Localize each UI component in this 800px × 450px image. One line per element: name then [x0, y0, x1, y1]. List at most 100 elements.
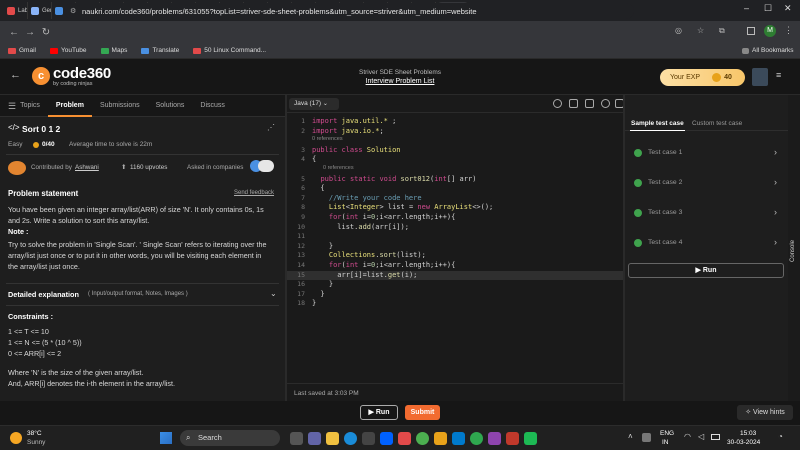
site-info-icon[interactable]: ⚙: [70, 7, 76, 15]
send-feedback-link[interactable]: Send feedback: [234, 188, 274, 199]
run-tests-button[interactable]: ▶ Run: [628, 263, 784, 278]
all-bookmarks[interactable]: All Bookmarks: [742, 47, 794, 54]
all-bookmarks-label: All Bookmarks: [752, 47, 794, 54]
volume-icon[interactable]: ◁: [698, 432, 704, 441]
browser-tab[interactable]: Ger: [28, 2, 52, 19]
chrome-icon[interactable]: [416, 432, 429, 445]
notification-icon[interactable]: ◔: [778, 432, 783, 441]
detailed-explanation-toggle[interactable]: Detailed explanation ( Input/output form…: [6, 287, 279, 301]
tab-problem[interactable]: Problem: [47, 95, 92, 117]
back-icon[interactable]: ←: [6, 27, 22, 38]
code360-logo-icon[interactable]: c: [32, 67, 50, 85]
bookmark-item[interactable]: 50 Linux Command...: [193, 47, 266, 54]
check-circle-icon: [634, 209, 642, 217]
code-editor[interactable]: Java (17) ⌄ 1 import java.util.* ; 2 impor…: [287, 95, 624, 401]
browser-tab[interactable]: Lab: [4, 2, 28, 19]
battery-icon[interactable]: [711, 434, 720, 440]
dropbox-icon[interactable]: [380, 432, 393, 445]
app-icon[interactable]: [524, 432, 537, 445]
test-case-item[interactable]: Test case 2 ›: [628, 170, 785, 196]
teams-icon[interactable]: [308, 432, 321, 445]
windows-start-icon[interactable]: [160, 432, 172, 444]
share-icon[interactable]: ⋰: [267, 123, 275, 132]
visual-studio-icon[interactable]: [488, 432, 501, 445]
sidepanel-icon[interactable]: [747, 27, 755, 35]
submit-button[interactable]: Submit: [405, 405, 440, 420]
bookmark-favicon-icon: [193, 47, 202, 54]
wifi-icon[interactable]: ◠: [684, 432, 691, 441]
whatsapp-icon[interactable]: [470, 432, 483, 445]
edge-icon[interactable]: [344, 432, 357, 445]
sun-icon[interactable]: [10, 432, 22, 444]
tray-icon[interactable]: [642, 433, 651, 442]
maximize-icon[interactable]: ☐: [764, 3, 772, 14]
tab-submissions[interactable]: Submissions: [92, 95, 148, 117]
close-window-icon[interactable]: ✕: [784, 3, 792, 14]
vscode-icon[interactable]: [452, 432, 465, 445]
tab-custom-test-case[interactable]: Custom test case: [692, 120, 742, 127]
code-lens[interactable]: 0 references: [312, 136, 343, 142]
author-link[interactable]: Ashwani: [75, 162, 99, 173]
upvote-icon[interactable]: ⬆: [121, 162, 126, 173]
format-icon[interactable]: [585, 99, 594, 108]
tab-sample-test-case[interactable]: Sample test case: [631, 120, 684, 127]
url-input[interactable]: ⚙ naukri.com/code360/problems/631055?top…: [64, 3, 634, 19]
back-arrow-icon[interactable]: ←: [10, 69, 21, 81]
logo-text[interactable]: code360: [53, 65, 111, 82]
problem-content: </> Sort 0 1 2 ⋰ Easy 0/40 Average time …: [0, 117, 285, 401]
bookmark-item[interactable]: Gmail: [8, 47, 36, 54]
view-hints-button[interactable]: ✧ View hints: [737, 405, 793, 420]
chevron-up-icon[interactable]: ˄: [628, 432, 633, 441]
sheet-link[interactable]: Interview Problem List: [300, 78, 500, 85]
language-select[interactable]: Java (17) ⌄: [289, 98, 339, 110]
action-bar: ▶ Run Submit ✧ View hints: [0, 401, 800, 425]
settings-icon[interactable]: [601, 99, 610, 108]
bookmark-item[interactable]: YouTube: [49, 47, 87, 54]
code-lens[interactable]: 0 references: [323, 165, 354, 171]
app-icon[interactable]: [398, 432, 411, 445]
test-case-item[interactable]: Test case 3 ›: [628, 200, 785, 226]
test-case-label: Test case 1: [648, 149, 683, 156]
reset-icon[interactable]: [569, 99, 578, 108]
company-logo-icon[interactable]: [258, 160, 274, 172]
forward-icon[interactable]: →: [22, 27, 38, 38]
app-icon[interactable]: [434, 432, 447, 445]
run-button[interactable]: ▶ Run: [360, 405, 398, 420]
store-icon[interactable]: [362, 432, 375, 445]
tab-favicon-icon: [7, 6, 15, 15]
profile-avatar[interactable]: M: [764, 25, 776, 37]
editor-toolbar: Java (17) ⌄: [287, 95, 624, 113]
menu-icon[interactable]: ⋮: [784, 25, 793, 36]
exp-badge[interactable]: Your EXP 40: [660, 69, 745, 86]
weather-desc[interactable]: Sunny: [27, 439, 45, 446]
taskbar-search[interactable]: ⌕ Search: [180, 430, 280, 446]
coin-icon: [712, 73, 722, 82]
user-avatar[interactable]: [752, 68, 768, 86]
reload-icon[interactable]: ↻: [38, 27, 54, 38]
minimize-icon[interactable]: –: [744, 3, 749, 13]
statement-line: and 2s. Write a solution to sort this ar…: [8, 216, 150, 225]
weather-temp[interactable]: 38°C: [27, 430, 42, 437]
test-case-item[interactable]: Test case 4 ›: [628, 230, 785, 256]
tab-discuss[interactable]: Discuss: [192, 95, 233, 117]
input-region[interactable]: IN: [662, 439, 669, 446]
app-icon[interactable]: [506, 432, 519, 445]
eye-off-icon[interactable]: ◎: [675, 26, 682, 35]
test-case-tabs: Sample test case Custom test case: [625, 117, 788, 131]
tab-solutions[interactable]: Solutions: [148, 95, 193, 117]
bookmark-item[interactable]: Translate: [141, 47, 179, 54]
bookmark-item[interactable]: Maps: [100, 47, 127, 54]
console-label[interactable]: Console: [790, 240, 796, 262]
extensions-icon[interactable]: ⧉: [719, 26, 725, 36]
clock-time[interactable]: 15:03: [740, 430, 756, 437]
clock-date[interactable]: 30-03-2024: [727, 439, 760, 446]
test-case-item[interactable]: Test case 1 ›: [628, 140, 785, 166]
timer-icon[interactable]: [553, 99, 562, 108]
active-tab-indicator: [630, 130, 685, 131]
hamburger-icon[interactable]: ≡: [776, 70, 781, 80]
task-view-icon[interactable]: [290, 432, 303, 445]
file-explorer-icon[interactable]: [326, 432, 339, 445]
input-language[interactable]: ENG: [660, 430, 674, 437]
topics-toggle[interactable]: ☰ Topics: [0, 95, 48, 117]
bookmark-star-icon[interactable]: ☆: [697, 26, 704, 35]
